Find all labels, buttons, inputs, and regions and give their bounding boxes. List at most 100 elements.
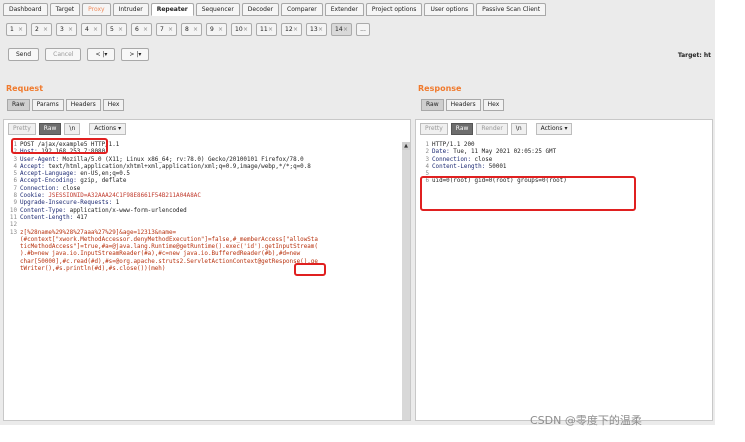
header-value: 1: [112, 200, 120, 207]
editor-tab-pretty[interactable]: Pretty: [420, 123, 448, 135]
request-editor-toolbar: Pretty Raw \n Actions ▾: [8, 123, 127, 135]
csdn-watermark: CSDN @零度下的温柔: [530, 414, 642, 427]
body-line: char[50000],#c.read(#d),#s=@org.apache.s…: [7, 259, 397, 266]
tab-dashboard[interactable]: Dashboard: [3, 3, 48, 16]
repeater-tab[interactable]: 7: [156, 23, 177, 36]
code-line: 5 Accept-Language: en-US,en;q=0.5: [7, 171, 397, 178]
forward-button[interactable]: > |▾: [121, 48, 150, 61]
repeater-tab[interactable]: 12: [281, 23, 302, 36]
code-line: 10 Content-Type: application/x-www-form-u…: [7, 208, 397, 215]
line-number: 4: [13, 163, 17, 170]
tab-decoder[interactable]: Decoder: [241, 3, 280, 16]
request-editor[interactable]: Pretty Raw \n Actions ▾ 1 POST /ajax/example…: [3, 119, 411, 421]
burp-suite-window: Dashboard Target Proxy Intruder Repeater Sequ…: [0, 0, 715, 425]
line-number: 3: [13, 156, 17, 163]
subtab-raw[interactable]: Raw: [421, 99, 444, 111]
editor-tab-raw[interactable]: Raw: [38, 123, 62, 135]
repeater-tab[interactable]: 8: [181, 23, 202, 36]
editor-tab-pretty[interactable]: Pretty: [8, 123, 36, 135]
header-name: Date:: [432, 149, 450, 156]
header-value: en-US,en;q=0.5: [76, 171, 130, 178]
newline-toggle[interactable]: \n: [64, 123, 81, 135]
code-line: 3 Connection: close: [419, 157, 709, 164]
repeater-tab[interactable]: 6: [131, 23, 152, 36]
scroll-up-arrow-icon[interactable]: ▲: [402, 142, 410, 150]
repeater-tab[interactable]: 3: [56, 23, 77, 36]
subtab-hex[interactable]: Hex: [102, 99, 125, 111]
header-name: Accept-Language:: [20, 171, 77, 178]
line-number: 3: [425, 156, 429, 163]
body-line: ticMethodAccess"]=true,#a=@java.lang.Run…: [7, 244, 397, 251]
request-line-highlight: [11, 138, 108, 154]
header-name: Accept:: [20, 163, 45, 170]
request-title: Request: [6, 84, 44, 93]
header-value: close: [59, 185, 81, 192]
code-line: 8 Cookie: JSESSIONID=A32AAA24C1F98E8661F5…: [7, 193, 397, 200]
response-editor-toolbar: Pretty Raw Render \n Actions ▾: [420, 123, 573, 135]
line-number: 7: [13, 185, 17, 192]
repeater-tab[interactable]: 11: [256, 23, 277, 36]
line-number: 1: [425, 142, 429, 148]
actions-menu[interactable]: Actions ▾: [89, 123, 127, 135]
repeater-tab[interactable]: 5: [106, 23, 127, 36]
tab-extender[interactable]: Extender: [324, 3, 364, 16]
tab-project-options[interactable]: Project options: [365, 3, 423, 16]
header-value: 50001: [485, 163, 507, 170]
body-line: (#context["xwork.MethodAccessor.denyMeth…: [7, 237, 397, 244]
tab-repeater[interactable]: Repeater: [150, 3, 194, 16]
header-value: 417: [73, 214, 88, 221]
tab-target[interactable]: Target: [49, 3, 81, 16]
body-text: ).#b=new java.io.InputStreamReader(#a),#…: [20, 251, 301, 258]
header-name: Content-Type:: [20, 207, 67, 214]
line-number: 10: [9, 207, 17, 214]
editor-tab-render[interactable]: Render: [476, 123, 508, 135]
tab-user-options[interactable]: User options: [424, 3, 475, 16]
editor-tab-raw[interactable]: Raw: [450, 123, 474, 135]
line-number: 6: [13, 178, 17, 185]
code-line: 2 Date: Tue, 11 May 2021 02:05:25 GMT: [419, 149, 709, 156]
code-line: 4 Accept: text/html,application/xhtml+xml…: [7, 164, 397, 171]
subtab-params[interactable]: Params: [31, 99, 64, 111]
request-scrollbar[interactable]: ▲: [402, 142, 410, 420]
line-number: 5: [13, 171, 17, 178]
request-subtabs: Raw Params Headers Hex: [7, 99, 125, 111]
cancel-button[interactable]: Cancel: [45, 48, 82, 61]
line-number: 12: [9, 222, 17, 229]
repeater-tab[interactable]: 14: [331, 23, 352, 36]
header-value: Tue, 11 May 2021 02:05:25 GMT: [449, 149, 557, 156]
body-text: ticMethodAccess"]=true,#a=@java.lang.Run…: [20, 244, 318, 251]
line-number: 11: [9, 214, 17, 221]
repeater-tab[interactable]: 10: [231, 23, 252, 36]
line-number: 13: [9, 229, 17, 236]
header-value: application/x-www-form-urlencoded: [66, 207, 187, 214]
response-subtabs: Raw Headers Hex: [421, 99, 505, 111]
repeater-tab[interactable]: 13: [306, 23, 327, 36]
main-tab-bar: Dashboard Target Proxy Intruder Repeater Sequ…: [3, 3, 547, 17]
tab-intruder[interactable]: Intruder: [112, 3, 149, 16]
subtab-raw[interactable]: Raw: [7, 99, 30, 111]
repeater-tab[interactable]: 9: [206, 23, 227, 36]
header-name: Connection:: [20, 185, 60, 192]
back-button[interactable]: < |▾: [87, 48, 116, 61]
subtab-headers[interactable]: Headers: [445, 99, 481, 111]
repeater-tab[interactable]: 4: [81, 23, 102, 36]
repeater-toolbar: Send Cancel < |▾ > |▾: [8, 48, 150, 61]
tab-passive-scan-client[interactable]: Passive Scan Client: [476, 3, 547, 16]
actions-menu[interactable]: Actions ▾: [535, 123, 573, 135]
request-text[interactable]: 1 POST /ajax/example5 HTTP/1.1 2 Host: 192.…: [7, 142, 397, 273]
tab-proxy[interactable]: Proxy: [82, 3, 111, 16]
repeater-tab[interactable]: 2: [31, 23, 52, 36]
repeater-tab-bar: 1234567891011121314...: [6, 23, 370, 37]
header-value: close: [471, 156, 493, 163]
repeater-tab[interactable]: 1: [6, 23, 27, 36]
body-line: 13 z[%28name%29%28%27aaa%27%29]&age=12313…: [7, 230, 397, 237]
tab-comparer[interactable]: Comparer: [281, 3, 323, 16]
body-text: (#context["xwork.MethodAccessor.denyMeth…: [20, 236, 318, 243]
subtab-headers[interactable]: Headers: [65, 99, 101, 111]
newline-toggle[interactable]: \n: [510, 123, 527, 135]
response-editor[interactable]: Pretty Raw Render \n Actions ▾ 1 HTTP/1.1 200…: [415, 119, 713, 421]
repeater-tab[interactable]: ...: [356, 23, 370, 36]
subtab-hex[interactable]: Hex: [482, 99, 505, 111]
tab-sequencer[interactable]: Sequencer: [195, 3, 240, 16]
send-button[interactable]: Send: [8, 48, 40, 61]
